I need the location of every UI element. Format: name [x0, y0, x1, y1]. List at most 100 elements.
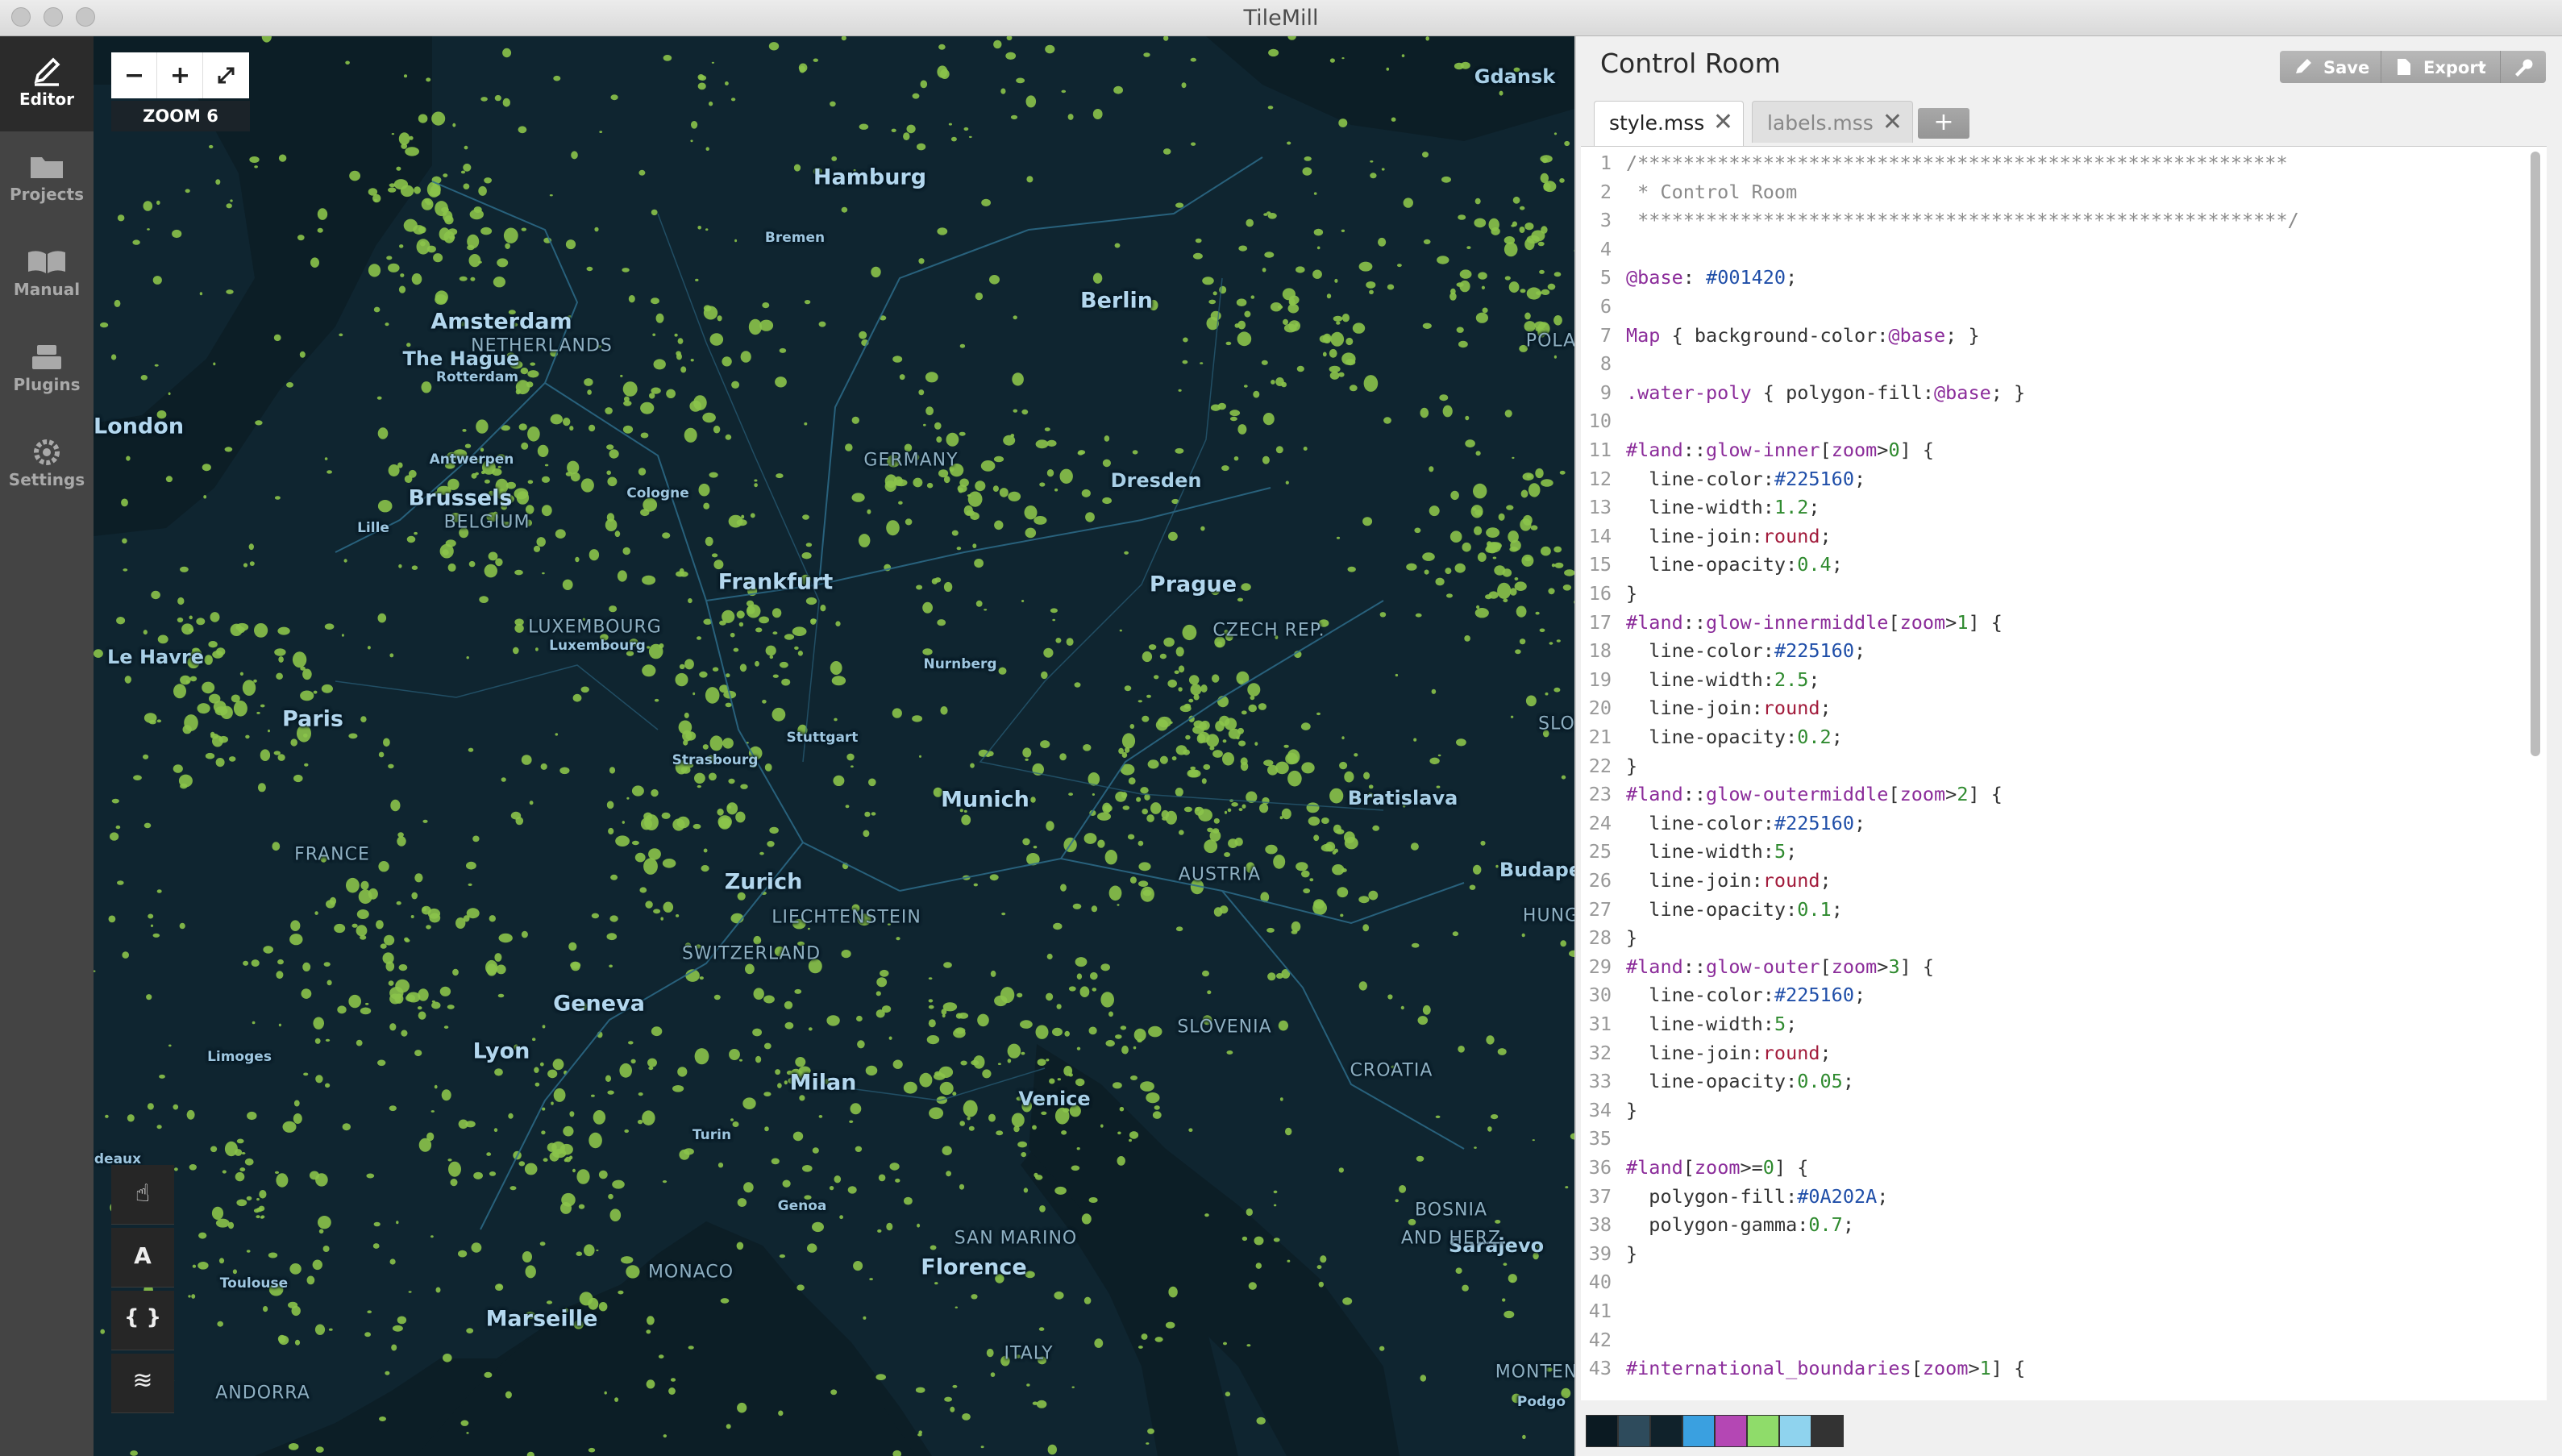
code-line[interactable]: 27 line-opacity:0.1;: [1581, 898, 2532, 927]
code-line[interactable]: 19 line-width:2.5;: [1581, 668, 2532, 697]
code-line[interactable]: 3 **************************************…: [1581, 209, 2532, 238]
export-button[interactable]: Export ▾: [2381, 51, 2501, 83]
code-line[interactable]: 1/**************************************…: [1581, 152, 2532, 181]
code-line[interactable]: 25 line-width:5;: [1581, 840, 2532, 869]
sidebar-item-projects[interactable]: Projects: [0, 131, 94, 227]
code-line[interactable]: 11 #land::glow-inner[zoom>0] {: [1581, 439, 2532, 468]
zoom-in-button[interactable]: [157, 52, 203, 98]
code-line[interactable]: 4: [1581, 238, 2532, 267]
map-view[interactable]: Hamburg Berlin Amsterdam Brussels Frankfurt P…: [94, 36, 1574, 1456]
tab-labels-mss[interactable]: labels.mss ✕: [1752, 101, 1913, 143]
sidebar-item-editor[interactable]: Editor: [0, 36, 94, 131]
color-swatch[interactable]: [1586, 1415, 1618, 1447]
urban-area: [925, 406, 934, 416]
code-line[interactable]: 9 .water-poly { polygon-fill:@base; }: [1581, 381, 2532, 410]
urban-area: [754, 479, 758, 482]
urban-area: [1335, 829, 1345, 834]
urban-area: [343, 559, 347, 563]
code-line[interactable]: 23 #land::glow-outermiddle[zoom>2] {: [1581, 783, 2532, 812]
code-line[interactable]: 42: [1581, 1329, 2532, 1358]
code-line[interactable]: 6: [1581, 295, 2532, 324]
code-line[interactable]: 30 line-color:#225160;: [1581, 984, 2532, 1013]
code-line[interactable]: 29 #land::glow-outer[zoom>3] {: [1581, 955, 2532, 984]
code-editor[interactable]: 1/**************************************…: [1581, 146, 2547, 1400]
zoom-out-button[interactable]: [111, 52, 157, 98]
tab-style-mss[interactable]: style.mss ✕: [1594, 101, 1744, 146]
code-line[interactable]: 39}: [1581, 1242, 2532, 1271]
urban-area: [812, 1221, 824, 1233]
sidebar-item-settings[interactable]: Settings: [0, 417, 94, 512]
map-label-berlin: Berlin: [1080, 288, 1153, 314]
map-canvas[interactable]: [94, 36, 1574, 1456]
font-tool-button[interactable]: A: [111, 1228, 174, 1288]
urban-area: [1020, 1020, 1033, 1029]
close-icon[interactable]: ✕: [1882, 108, 1903, 136]
code-line[interactable]: 16}: [1581, 582, 2532, 611]
sidebar-item-plugins[interactable]: Plugins: [0, 322, 94, 417]
add-stylesheet-button[interactable]: +: [1918, 108, 1969, 139]
code-line[interactable]: 2 * Control Room: [1581, 181, 2532, 210]
urban-area: [1022, 747, 1032, 758]
close-icon[interactable]: ✕: [1713, 108, 1733, 136]
layers-button[interactable]: ≋: [111, 1354, 174, 1413]
code-line[interactable]: 31 line-width:5;: [1581, 1013, 2532, 1042]
urban-area: [580, 686, 589, 693]
code-line[interactable]: 35: [1581, 1127, 2532, 1156]
code-line[interactable]: 13 line-width:1.2;: [1581, 496, 2532, 525]
code-line[interactable]: 40: [1581, 1271, 2532, 1300]
code-line[interactable]: 7 Map { background-color:@base; }: [1581, 324, 2532, 353]
urban-area: [918, 389, 925, 396]
carto-reference-button[interactable]: { }: [111, 1291, 174, 1350]
urban-area: [606, 513, 615, 522]
urban-area: [565, 1156, 572, 1163]
code-line[interactable]: 28}: [1581, 926, 2532, 955]
urban-area: [1117, 1131, 1121, 1135]
code-line[interactable]: 38 polygon-gamma:0.7;: [1581, 1213, 2532, 1242]
code-line[interactable]: 20 line-join:round;: [1581, 697, 2532, 726]
color-swatch[interactable]: [1650, 1415, 1682, 1447]
urban-area: [140, 375, 148, 381]
editor-scrollbar[interactable]: [2531, 152, 2540, 756]
urban-area: [527, 370, 539, 378]
urban-area: [1040, 740, 1050, 749]
urban-area: [1358, 981, 1368, 991]
code-line[interactable]: 41: [1581, 1300, 2532, 1329]
code-line[interactable]: 34}: [1581, 1099, 2532, 1128]
color-swatch[interactable]: [1682, 1415, 1715, 1447]
color-swatch[interactable]: [1747, 1415, 1779, 1447]
color-swatch[interactable]: [1715, 1415, 1747, 1447]
code-line[interactable]: 12 line-color:#225160;: [1581, 468, 2532, 497]
urban-area: [1171, 756, 1177, 761]
code-line[interactable]: 37 polygon-fill:#0A202A;: [1581, 1185, 2532, 1214]
urban-area: [1207, 990, 1212, 995]
code-line[interactable]: 14 line-join:round;: [1581, 525, 2532, 554]
code-line[interactable]: 18 line-color:#225160;: [1581, 639, 2532, 668]
chevron-down-icon[interactable]: ▾: [2478, 59, 2485, 76]
color-swatch[interactable]: [1779, 1415, 1811, 1447]
code-line[interactable]: 43 #international_boundaries[zoom>1] {: [1581, 1357, 2532, 1386]
map-label-zurich: Zurich: [724, 869, 803, 895]
pan-tool-button[interactable]: ☝: [111, 1165, 174, 1225]
code-line[interactable]: 24 line-color:#225160;: [1581, 812, 2532, 841]
code-line[interactable]: 22}: [1581, 755, 2532, 784]
color-swatch[interactable]: [1618, 1415, 1650, 1447]
code-line[interactable]: 26 line-join:round;: [1581, 869, 2532, 898]
urban-area: [411, 565, 418, 570]
color-swatch[interactable]: [1811, 1415, 1844, 1447]
code-line[interactable]: 32 line-join:round;: [1581, 1042, 2532, 1071]
code-line[interactable]: 33 line-opacity:0.05;: [1581, 1070, 2532, 1099]
urban-area: [1342, 1297, 1353, 1305]
fullscreen-button[interactable]: [203, 52, 249, 98]
urban-area: [317, 227, 323, 233]
code-line[interactable]: 8: [1581, 352, 2532, 381]
code-line[interactable]: 36 #land[zoom>=0] {: [1581, 1156, 2532, 1185]
code-line[interactable]: 17 #land::glow-innermiddle[zoom>1] {: [1581, 611, 2532, 640]
save-button[interactable]: Save: [2280, 51, 2381, 83]
urban-area: [472, 835, 480, 842]
code-line[interactable]: 5 @base: #001420;: [1581, 266, 2532, 295]
sidebar-item-manual[interactable]: Manual: [0, 227, 94, 322]
project-settings-button[interactable]: [2501, 51, 2546, 83]
code-line[interactable]: 15 line-opacity:0.4;: [1581, 553, 2532, 582]
code-line[interactable]: 10: [1581, 410, 2532, 439]
code-line[interactable]: 21 line-opacity:0.2;: [1581, 726, 2532, 755]
